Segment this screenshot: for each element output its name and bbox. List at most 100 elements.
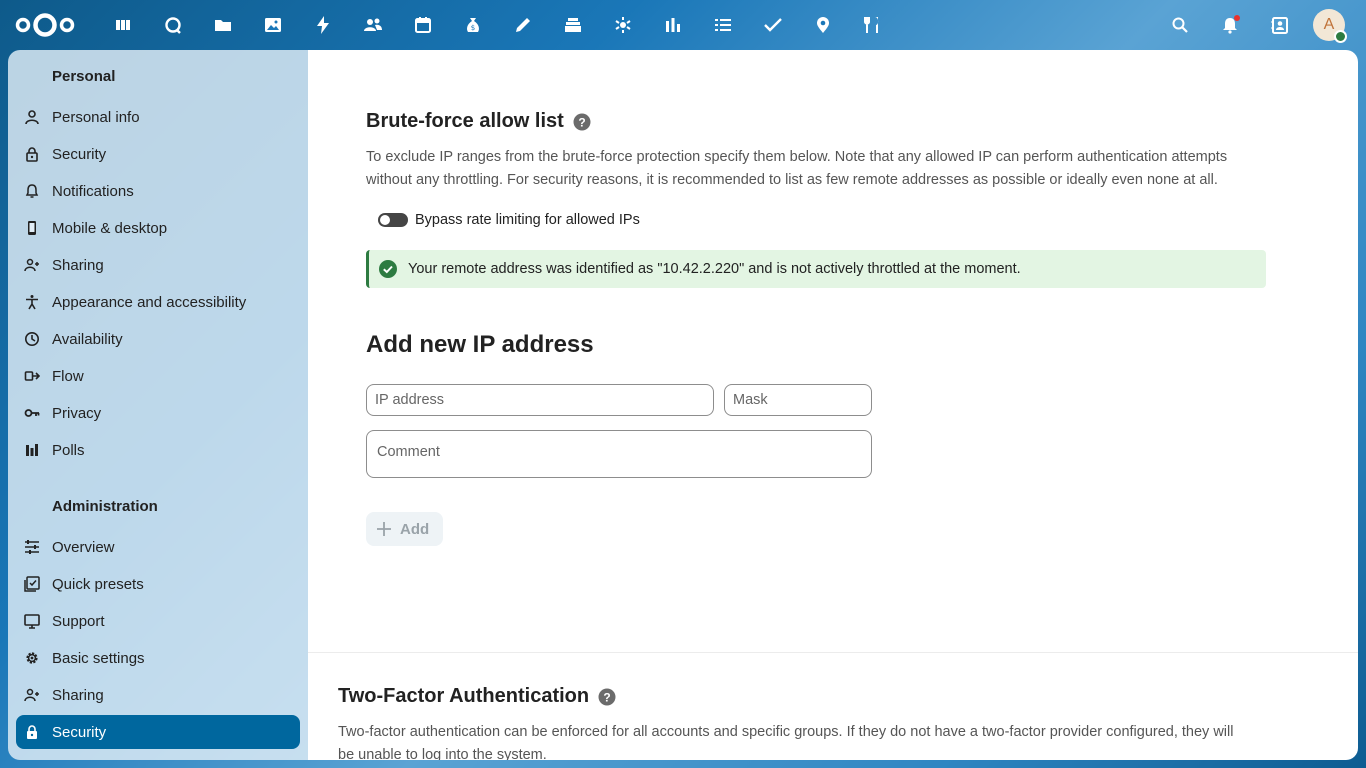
deck-icon[interactable] <box>548 0 598 50</box>
sidebar-item-label: Sharing <box>52 686 104 704</box>
activity-icon[interactable] <box>298 0 348 50</box>
sidebar-item-label: Polls <box>52 441 85 459</box>
comment-placeholder: Comment <box>377 444 440 460</box>
help-icon[interactable]: ? <box>573 113 591 131</box>
sidebar-item-quick-presets[interactable]: Quick presets <box>16 567 300 601</box>
notification-badge <box>1234 15 1240 21</box>
sidebar-item-label: Security <box>52 723 107 741</box>
sidebar-heading-administration: Administration <box>52 498 158 515</box>
notes-icon[interactable] <box>498 0 548 50</box>
sidebar-item-polls[interactable]: Polls <box>16 433 300 467</box>
sidebar-item-label: Mobile & desktop <box>52 219 168 237</box>
svg-text:?: ? <box>578 115 585 129</box>
money-icon[interactable]: $ <box>448 0 498 50</box>
settings-content: Brute-force allow list ? To exclude IP r… <box>308 50 1358 760</box>
ip-address-input[interactable]: IP address <box>366 384 714 416</box>
svg-text:?: ? <box>603 690 610 704</box>
header-right: A <box>1155 0 1366 50</box>
sidebar-item-label: Overview <box>52 538 115 556</box>
twofactor-title: Two-Factor Authentication <box>338 685 590 707</box>
ip-address-placeholder: IP address <box>375 392 445 408</box>
photos-icon[interactable] <box>248 0 298 50</box>
mask-placeholder: Mask <box>733 392 768 408</box>
cookbook-icon[interactable] <box>848 0 898 50</box>
sidebar-item-label: Appearance and accessibility <box>52 293 247 311</box>
dashboard-icon[interactable] <box>98 0 148 50</box>
flow-icon <box>24 371 40 381</box>
lock-icon <box>27 725 37 739</box>
sidebar-item-notifications[interactable]: Notifications <box>16 174 300 208</box>
sidebar-item-security-admin[interactable]: Security <box>16 715 300 749</box>
phone-icon <box>28 221 36 235</box>
tune-icon <box>25 540 39 554</box>
share-icon <box>24 688 39 702</box>
contacts-menu-icon[interactable] <box>1255 0 1305 50</box>
presets-icon <box>24 576 40 592</box>
add-button[interactable]: Add <box>366 512 443 546</box>
sidebar-item-personal-info[interactable]: Personal info <box>16 100 300 134</box>
notifications-icon[interactable] <box>1205 0 1255 50</box>
toggle-label: Bypass rate limiting for allowed IPs <box>415 212 640 228</box>
sidebar-item-flow[interactable]: Flow <box>16 359 300 393</box>
polls-icon <box>26 444 38 456</box>
sidebar-item-security-personal[interactable]: Security <box>16 137 300 171</box>
add-label: Add <box>400 520 430 538</box>
remote-address-notice: Your remote address was identified as "1… <box>366 250 1266 288</box>
check-circle-icon <box>379 260 397 278</box>
analytics-icon[interactable] <box>648 0 698 50</box>
tasks-list-icon[interactable] <box>698 0 748 50</box>
twofactor-section: Two-Factor Authentication ? Two-factor a… <box>338 685 1238 760</box>
sidebar-item-appearance[interactable]: Appearance and accessibility <box>16 285 300 319</box>
section-heading: Two-Factor Authentication ? <box>338 685 1238 708</box>
bell-icon <box>25 184 39 198</box>
sidebar-heading-personal: Personal <box>52 68 116 85</box>
gear-icon <box>26 652 38 664</box>
app-menu: $ <box>98 0 898 50</box>
talk-icon[interactable] <box>148 0 198 50</box>
calendar-icon[interactable] <box>398 0 448 50</box>
notice-text: Your remote address was identified as "1… <box>408 261 1021 277</box>
sidebar-item-basic-settings[interactable]: Basic settings <box>16 641 300 675</box>
sidebar-item-sharing-admin[interactable]: Sharing <box>16 678 300 712</box>
nextcloud-logo[interactable] <box>14 11 76 39</box>
add-ip-title: Add new IP address <box>366 331 594 358</box>
sidebar-item-label: Basic settings <box>52 649 145 667</box>
sidebar-item-overview[interactable]: Overview <box>16 530 300 564</box>
section-divider <box>308 652 1358 653</box>
sidebar-item-support[interactable]: Support <box>16 604 300 638</box>
twofactor-description: Two-factor authentication can be enforce… <box>338 724 1234 760</box>
sidebar-item-mobile-desktop[interactable]: Mobile & desktop <box>16 211 300 245</box>
sidebar-item-sharing-personal[interactable]: Sharing <box>16 248 300 282</box>
online-status-icon <box>1334 30 1347 43</box>
bruteforce-description: To exclude IP ranges from the brute-forc… <box>366 149 1228 188</box>
help-icon[interactable]: ? <box>598 688 616 706</box>
sidebar-item-label: Support <box>52 612 105 630</box>
clock-icon <box>25 332 39 346</box>
avatar[interactable]: A <box>1313 9 1347 43</box>
files-icon[interactable] <box>198 0 248 50</box>
svg-text:$: $ <box>471 24 475 32</box>
lock-icon <box>26 147 38 162</box>
sidebar-item-label: Notifications <box>52 182 134 200</box>
bruteforce-section: Brute-force allow list ? To exclude IP r… <box>366 110 1266 546</box>
bug-icon[interactable] <box>598 0 648 50</box>
bruteforce-title: Brute-force allow list <box>366 110 564 132</box>
sidebar-item-label: Personal info <box>52 108 140 126</box>
sidebar-item-label: Quick presets <box>52 575 144 593</box>
checkmark-icon[interactable] <box>748 0 798 50</box>
comment-input[interactable]: Comment <box>366 430 872 478</box>
bypass-rate-limit-toggle[interactable]: Bypass rate limiting for allowed IPs <box>378 212 1266 228</box>
maps-icon[interactable] <box>798 0 848 50</box>
sidebar-item-label: Privacy <box>52 404 102 422</box>
mask-input[interactable]: Mask <box>724 384 872 416</box>
sidebar-item-label: Availability <box>52 330 123 348</box>
contacts-icon[interactable] <box>348 0 398 50</box>
sidebar-item-label: Flow <box>52 367 84 385</box>
search-icon[interactable] <box>1155 0 1205 50</box>
toggle-switch[interactable] <box>378 213 408 227</box>
sidebar-item-availability[interactable]: Availability <box>16 322 300 356</box>
sidebar-item-privacy[interactable]: Privacy <box>16 396 300 430</box>
settings-sidebar: Personal Personal info Security Notifica… <box>8 50 308 760</box>
avatar-letter: A <box>1323 16 1335 33</box>
